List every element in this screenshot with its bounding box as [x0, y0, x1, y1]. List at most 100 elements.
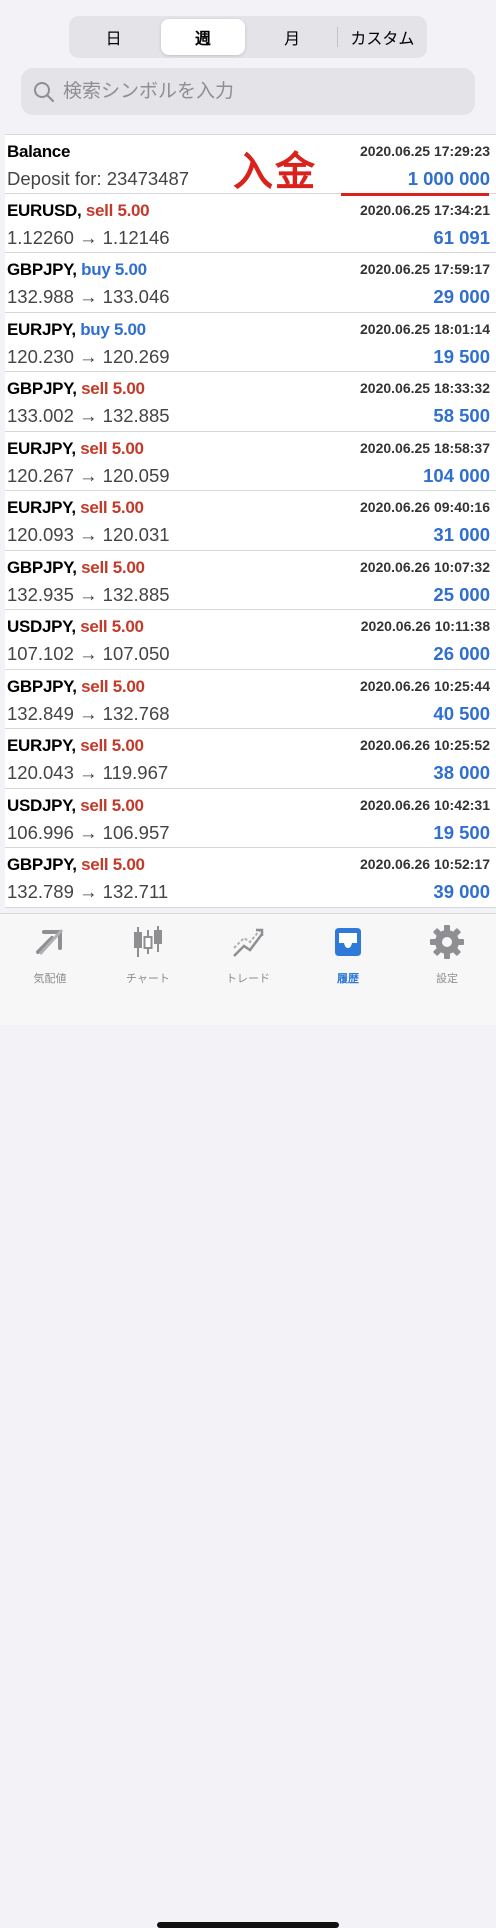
- trade-profit: 19 500: [433, 821, 490, 843]
- trade-row[interactable]: GBPJPY, sell 5.00 132.935 → 132.885 2020.0…: [5, 551, 496, 610]
- trade-side: sell 5.00: [80, 795, 144, 815]
- trade-prices: 120.230 → 120.269: [7, 345, 170, 367]
- trade-profit: 19 500: [433, 345, 490, 367]
- candlestick-chart-icon: [134, 926, 162, 957]
- tab-week[interactable]: 週: [161, 19, 245, 55]
- trade-row[interactable]: EURJPY, sell 5.00 120.093 → 120.031 2020.0…: [5, 491, 496, 551]
- trade-symbol-line: EURJPY, sell 5.00: [7, 498, 144, 518]
- search-icon: [34, 81, 55, 102]
- trade-side: sell 5.00: [81, 676, 145, 696]
- balance-subtitle: Deposit for: 23473487: [7, 168, 190, 189]
- trade-profit: 104 000: [423, 464, 490, 486]
- trade-row[interactable]: EURUSD, sell 5.00 1.12260 → 1.12146 2020.0…: [5, 194, 496, 253]
- trade-symbol: GBPJPY,: [7, 855, 77, 874]
- trade-time: 2020.06.25 17:34:21: [360, 201, 490, 218]
- trade-profit: 58 500: [433, 405, 490, 426]
- trade-row[interactable]: EURJPY, sell 5.00 120.043 → 119.967 2020.0…: [5, 729, 496, 789]
- trade-symbol: EURUSD,: [7, 200, 82, 220]
- trade-symbol: EURJPY,: [7, 319, 76, 339]
- trade-side: buy 5.00: [81, 260, 147, 279]
- trade-time: 2020.06.26 10:25:52: [360, 737, 490, 753]
- search-input[interactable]: [61, 79, 445, 104]
- trade-row[interactable]: USDJPY, sell 5.00 107.102 → 107.050 2020.0…: [5, 610, 496, 670]
- trade-row[interactable]: EURJPY, buy 5.00 120.230 → 120.269 2020.06…: [5, 313, 496, 372]
- trade-time: 2020.06.26 10:25:44: [360, 677, 490, 694]
- inbox-icon: [335, 928, 361, 956]
- trade-profit: 38 000: [433, 762, 490, 783]
- trade-symbol-line: EURJPY, buy 5.00: [7, 320, 146, 340]
- trade-time: 2020.06.26 10:07:32: [360, 558, 490, 575]
- trade-profit: 26 000: [433, 643, 490, 664]
- balance-amount: 1 000 000: [407, 168, 490, 189]
- trade-prices: 120.093 → 120.031: [7, 524, 170, 545]
- tab-trade[interactable]: トレード: [208, 924, 288, 986]
- tab-quotes[interactable]: 気配値: [10, 924, 90, 986]
- trade-profit: 29 000: [433, 286, 490, 307]
- trade-side: buy 5.00: [80, 319, 146, 339]
- tab-month[interactable]: 月: [251, 19, 334, 55]
- trade-side: sell 5.00: [80, 438, 144, 458]
- balance-time: 2020.06.25 17:29:23: [360, 143, 490, 159]
- trade-row[interactable]: GBPJPY, sell 5.00 132.849 → 132.768 2020.0…: [5, 670, 496, 729]
- trade-symbol: GBPJPY,: [7, 379, 77, 398]
- trade-symbol-line: GBPJPY, sell 5.00: [7, 379, 145, 399]
- trade-prices: 1.12260 → 1.12146: [7, 226, 170, 248]
- trade-symbol: EURJPY,: [7, 438, 76, 458]
- trade-time: 2020.06.26 09:40:16: [360, 499, 490, 515]
- trade-time: 2020.06.25 18:33:32: [360, 380, 490, 396]
- trade-profit: 25 000: [433, 583, 490, 605]
- tab-settings-label: 設定: [436, 973, 458, 985]
- trade-side: sell 5.00: [80, 736, 144, 755]
- trade-side: sell 5.00: [85, 200, 150, 220]
- trade-row[interactable]: GBPJPY, buy 5.00 132.988 → 133.046 2020.06…: [5, 253, 496, 313]
- tab-chart[interactable]: チャート: [108, 924, 188, 986]
- balance-title: Balance: [7, 142, 71, 161]
- trade-symbol: GBPJPY,: [7, 676, 77, 696]
- trade-symbol: GBPJPY,: [7, 557, 77, 577]
- tab-day[interactable]: 日: [72, 19, 155, 55]
- trade-prices: 132.849 → 132.768: [7, 702, 170, 724]
- trade-prices: 106.996 → 106.957: [7, 821, 170, 843]
- tab-settings[interactable]: 設定: [407, 924, 487, 986]
- trade-row[interactable]: GBPJPY, sell 5.00 132.789 → 132.711 2020.0…: [5, 848, 496, 908]
- trade-symbol-line: GBPJPY, sell 5.00: [7, 855, 145, 875]
- trade-time: 2020.06.26 10:52:17: [360, 856, 490, 872]
- trade-symbol-line: EURUSD, sell 5.00: [7, 200, 150, 221]
- trade-row[interactable]: EURJPY, sell 5.00 120.267 → 120.059 2020.0…: [5, 432, 496, 491]
- trade-row[interactable]: USDJPY, sell 5.00 106.996 → 106.957 2020.0…: [5, 789, 496, 848]
- trade-row[interactable]: GBPJPY, sell 5.00 133.002 → 132.885 2020.0…: [5, 372, 496, 432]
- trade-prices: 133.002 → 132.885: [7, 405, 170, 426]
- trade-prices: 120.043 → 119.967: [7, 762, 169, 783]
- trade-time: 2020.06.25 17:59:17: [360, 261, 490, 277]
- history-list: Balance Deposit for: 23473487 2020.06.25…: [5, 134, 496, 908]
- trade-side: sell 5.00: [81, 855, 145, 874]
- trade-prices: 107.102 → 107.050: [7, 643, 170, 664]
- period-segmented-control: 日 週 月 カスタム: [69, 16, 427, 58]
- trade-symbol: EURJPY,: [7, 736, 76, 755]
- trade-side: sell 5.00: [81, 557, 145, 577]
- tab-history-label: 履歴: [337, 973, 359, 985]
- trade-symbol: USDJPY,: [7, 617, 76, 636]
- trade-symbol-line: USDJPY, sell 5.00: [7, 796, 144, 816]
- tab-history[interactable]: 履歴: [308, 924, 388, 986]
- trade-symbol-line: EURJPY, sell 5.00: [7, 439, 144, 459]
- trade-symbol: EURJPY,: [7, 498, 76, 517]
- trade-profit: 61 091: [433, 226, 490, 248]
- home-indicator: [157, 1922, 339, 1928]
- segment-divider: [336, 27, 338, 47]
- trade-side: sell 5.00: [80, 617, 144, 636]
- trade-side: sell 5.00: [80, 498, 144, 517]
- trade-symbol: GBPJPY,: [7, 260, 77, 279]
- trade-symbol-line: EURJPY, sell 5.00: [7, 736, 144, 756]
- trade-prices: 132.789 → 132.711: [7, 881, 169, 902]
- trade-side: sell 5.00: [81, 379, 145, 398]
- gear-icon: [430, 925, 464, 959]
- annotation-underline: [341, 193, 489, 196]
- tab-quotes-label: 気配値: [33, 973, 67, 985]
- trade-time: 2020.06.25 18:58:37: [360, 439, 490, 456]
- tab-custom[interactable]: カスタム: [341, 19, 424, 55]
- trade-prices: 132.935 → 132.885: [7, 583, 170, 605]
- header-area: 日 週 月 カスタム: [0, 0, 496, 128]
- trade-symbol: USDJPY,: [7, 795, 76, 815]
- search-bar[interactable]: [21, 68, 475, 115]
